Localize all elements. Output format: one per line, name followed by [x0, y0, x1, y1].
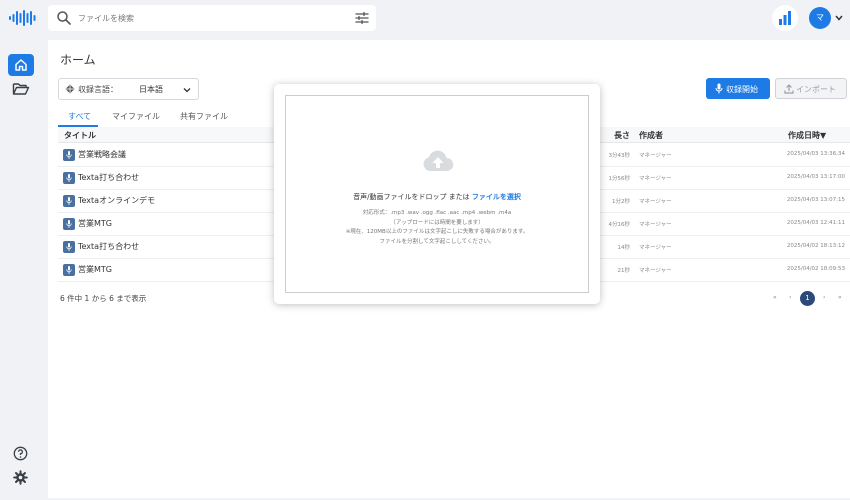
row-title[interactable]: 営業MTG — [78, 264, 112, 275]
last-page-button[interactable]: » — [838, 294, 842, 301]
column-author[interactable]: 作成者 — [639, 130, 663, 141]
drop-text: 音声/動画ファイルをドロップ または — [353, 193, 472, 201]
first-page-button[interactable]: « — [773, 294, 777, 301]
row-title[interactable]: 営業戦略会議 — [78, 149, 126, 160]
row-created: 2025/04/03 13:07:15 — [786, 197, 845, 203]
row-author: マネージャー — [639, 153, 672, 159]
audio-file-icon — [63, 218, 75, 230]
row-author: マネージャー — [639, 268, 672, 274]
chevron-down-icon[interactable] — [834, 13, 844, 23]
home-icon — [15, 59, 27, 71]
next-page-button[interactable]: › — [823, 294, 825, 301]
row-created: 2025/04/02 18:09:53 — [786, 266, 845, 272]
column-created[interactable]: 作成日時▼ — [788, 130, 826, 141]
column-length[interactable]: 長さ — [614, 130, 630, 141]
tab-my-files[interactable]: マイファイル — [112, 111, 160, 122]
search-bar — [48, 5, 376, 31]
mic-icon — [715, 83, 723, 94]
row-created: 2025/04/03 13:36:34 — [786, 151, 845, 157]
page-1-button[interactable]: 1 — [800, 291, 815, 306]
upload-modal: 音声/動画ファイルをドロップ または ファイルを選択 対応形式：.mp3 .wa… — [274, 84, 600, 304]
row-author: マネージャー — [639, 245, 672, 251]
row-title[interactable]: Texta打ち合わせ — [78, 172, 139, 183]
chevron-down-icon — [183, 88, 191, 93]
top-bar: マ — [0, 0, 850, 36]
column-title[interactable]: タイトル — [64, 130, 96, 141]
row-created: 2025/04/02 18:13:12 — [786, 243, 845, 249]
audio-file-icon — [63, 195, 75, 207]
upload-note: （アップロードには時間を要します） — [390, 220, 484, 226]
row-title[interactable]: 営業MTG — [78, 218, 112, 229]
row-title[interactable]: Texta打ち合わせ — [78, 241, 139, 252]
record-button[interactable]: 収録開始 — [706, 78, 770, 99]
row-author: マネージャー — [639, 176, 672, 182]
result-count: 6 件中 1 から 6 まで表示 — [60, 294, 147, 303]
row-author: マネージャー — [639, 222, 672, 228]
select-file-link[interactable]: ファイルを選択 — [472, 193, 521, 201]
sidebar-item-home[interactable] — [8, 54, 34, 76]
globe-icon — [65, 84, 75, 94]
tab-shared-files[interactable]: 共有ファイル — [180, 111, 228, 122]
split-note: ファイルを分割して文字起こししてください。 — [379, 239, 495, 245]
analytics-button[interactable] — [772, 5, 798, 31]
language-label: 収録言語： — [78, 85, 118, 94]
cloud-upload-icon — [423, 150, 454, 171]
audio-file-icon — [63, 172, 75, 184]
import-button-label: インポート — [796, 85, 836, 94]
pagination: « ‹ 1 › » — [770, 291, 850, 306]
audio-file-icon — [63, 241, 75, 253]
drop-instruction: 音声/動画ファイルをドロップ または ファイルを選択 — [286, 192, 588, 202]
language-select[interactable]: 収録言語： 日本語 — [58, 78, 199, 100]
import-button[interactable]: インポート — [775, 78, 847, 99]
gear-icon[interactable] — [13, 470, 28, 485]
page-title: ホーム — [60, 53, 96, 67]
help-icon[interactable] — [13, 446, 28, 461]
search-icon — [57, 11, 71, 25]
audio-file-icon — [63, 264, 75, 276]
language-value: 日本語 — [139, 85, 163, 94]
size-warning: ※現在、120MB以上のファイルは文字起こしに失敗する場合があります。 — [345, 229, 529, 235]
record-button-label: 収録開始 — [726, 85, 758, 94]
search-input[interactable] — [78, 9, 348, 27]
drop-zone[interactable]: 音声/動画ファイルをドロップ または ファイルを選択 対応形式：.mp3 .wa… — [285, 95, 589, 293]
row-title[interactable]: Textaオンラインデモ — [78, 195, 155, 206]
sliders-icon[interactable] — [354, 10, 370, 26]
waveform-logo[interactable] — [8, 8, 38, 28]
folder-open-icon[interactable] — [12, 82, 30, 96]
row-created: 2025/04/03 13:17:00 — [786, 174, 845, 180]
supported-formats: 対応形式：.mp3 .wav .ogg .flac .aac .mp4 .web… — [362, 210, 512, 216]
file-tabs: すべて マイファイル 共有ファイル — [58, 109, 288, 127]
prev-page-button[interactable]: ‹ — [789, 294, 791, 301]
row-author: マネージャー — [639, 199, 672, 205]
bar-chart-icon — [779, 11, 791, 25]
avatar[interactable]: マ — [809, 7, 831, 29]
tab-all[interactable]: すべて — [68, 111, 91, 122]
row-created: 2025/04/03 12:41:11 — [786, 220, 845, 226]
audio-file-icon — [63, 149, 75, 161]
upload-icon — [784, 84, 794, 94]
